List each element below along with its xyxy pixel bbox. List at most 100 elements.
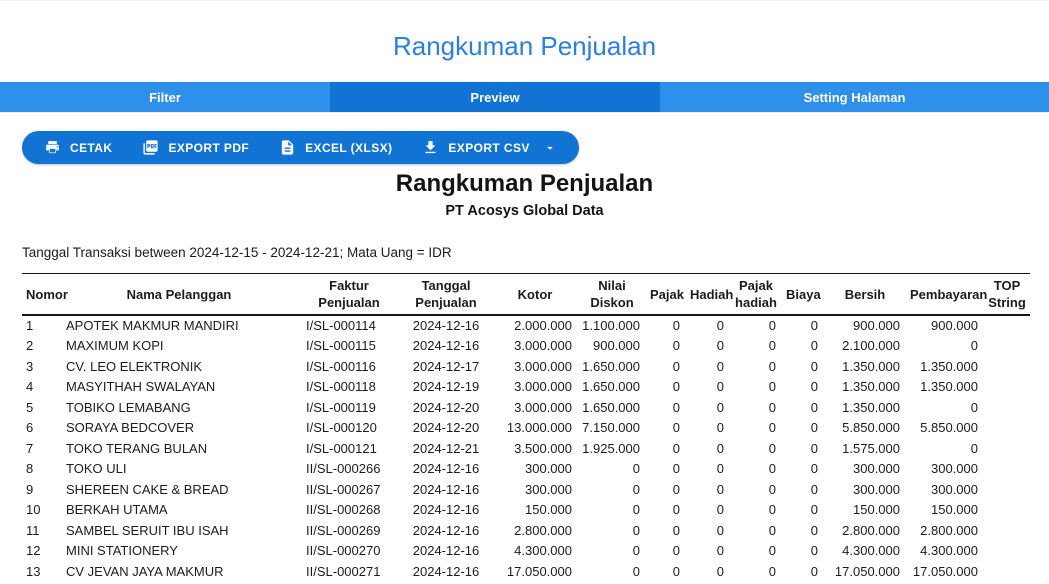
table-cell: 900.000: [906, 315, 984, 336]
table-cell: [984, 500, 1030, 521]
tab-preview[interactable]: Preview: [330, 82, 660, 112]
table-cell: 0: [730, 479, 782, 500]
table-cell: SAMBEL SERUIT IBU ISAH: [60, 520, 298, 541]
table-cell: 0: [646, 418, 686, 439]
table-cell: 0: [782, 315, 824, 336]
table-cell: 3.000.000: [492, 377, 578, 398]
print-button[interactable]: CETAK: [44, 139, 112, 156]
printer-icon: [44, 139, 61, 156]
tab-bar: Filter Preview Setting Halaman: [0, 82, 1049, 113]
column-header: TOP String: [984, 274, 1030, 316]
table-cell: CV. LEO ELEKTRONIK: [60, 356, 298, 377]
table-cell: [984, 336, 1030, 357]
column-header: Tanggal Penjualan: [400, 274, 492, 316]
column-header: Nomor: [22, 274, 60, 316]
table-row: 8TOKO ULIII/SL-0002662024-12-16300.00000…: [22, 459, 1030, 480]
table-cell: 0: [730, 500, 782, 521]
table-cell: 300.000: [906, 479, 984, 500]
table-cell: 1.350.000: [906, 377, 984, 398]
pdf-icon: [142, 139, 159, 156]
table-cell: 0: [646, 356, 686, 377]
table-cell: 2024-12-21: [400, 438, 492, 459]
table-row: 6SORAYA BEDCOVERI/SL-0001202024-12-2013.…: [22, 418, 1030, 439]
table-cell: TOBIKO LEMABANG: [60, 397, 298, 418]
table-body: 1APOTEK MAKMUR MANDIRII/SL-0001142024-12…: [22, 315, 1030, 582]
table-cell: II/SL-000266: [298, 459, 400, 480]
table-cell: 0: [782, 377, 824, 398]
chevron-down-icon[interactable]: [543, 141, 557, 155]
table-cell: 0: [646, 377, 686, 398]
table-cell: 0: [730, 561, 782, 582]
table-cell: 9: [22, 479, 60, 500]
table-cell: 0: [730, 438, 782, 459]
table-cell: 0: [782, 500, 824, 521]
table-cell: [984, 356, 1030, 377]
table-cell: 0: [686, 459, 730, 480]
table-cell: 0: [578, 561, 646, 582]
table-cell: II/SL-000268: [298, 500, 400, 521]
table-cell: 0: [646, 541, 686, 562]
table-cell: 1.650.000: [578, 377, 646, 398]
report-table-container: NomorNama PelangganFaktur PenjualanTangg…: [22, 273, 1049, 582]
table-cell: 2024-12-16: [400, 500, 492, 521]
table-cell: 2024-12-16: [400, 479, 492, 500]
download-icon: [422, 139, 439, 156]
table-cell: 0: [782, 397, 824, 418]
report-title: Rangkuman Penjualan: [0, 169, 1049, 199]
table-cell: 2.000.000: [492, 315, 578, 336]
column-header: Bersih: [824, 274, 906, 316]
table-cell: 2024-12-16: [400, 561, 492, 582]
table-cell: 0: [686, 541, 730, 562]
table-cell: BERKAH UTAMA: [60, 500, 298, 521]
table-cell: 300.000: [906, 459, 984, 480]
table-row: 12MINI STATIONERYII/SL-0002702024-12-164…: [22, 541, 1030, 562]
table-cell: 3.000.000: [492, 397, 578, 418]
table-cell: 900.000: [578, 336, 646, 357]
table-row: 11SAMBEL SERUIT IBU ISAHII/SL-0002692024…: [22, 520, 1030, 541]
table-cell: I/SL-000114: [298, 315, 400, 336]
table-cell: 12: [22, 541, 60, 562]
table-cell: 1.350.000: [824, 356, 906, 377]
table-header: NomorNama PelangganFaktur PenjualanTangg…: [22, 274, 1030, 316]
table-cell: 2024-12-17: [400, 356, 492, 377]
table-cell: 0: [686, 500, 730, 521]
table-cell: [984, 479, 1030, 500]
table-cell: 10: [22, 500, 60, 521]
table-cell: 300.000: [824, 479, 906, 500]
table-cell: 0: [782, 438, 824, 459]
tab-filter[interactable]: Filter: [0, 82, 330, 112]
table-cell: 2: [22, 336, 60, 357]
table-cell: 1: [22, 315, 60, 336]
table-cell: 7.150.000: [578, 418, 646, 439]
table-cell: 0: [686, 397, 730, 418]
export-pdf-button[interactable]: EXPORT PDF: [142, 139, 249, 156]
table-cell: I/SL-000115: [298, 336, 400, 357]
table-cell: MINI STATIONERY: [60, 541, 298, 562]
export-xlsx-button[interactable]: EXCEL (XLSX): [279, 139, 392, 156]
table-cell: 17.050.000: [492, 561, 578, 582]
table-cell: I/SL-000121: [298, 438, 400, 459]
table-cell: 0: [782, 561, 824, 582]
table-cell: 0: [730, 418, 782, 439]
table-cell: 0: [578, 520, 646, 541]
table-row: 1APOTEK MAKMUR MANDIRII/SL-0001142024-12…: [22, 315, 1030, 336]
table-cell: TOKO TERANG BULAN: [60, 438, 298, 459]
table-cell: 0: [730, 520, 782, 541]
table-cell: 4.300.000: [492, 541, 578, 562]
table-cell: 1.350.000: [824, 397, 906, 418]
table-cell: [984, 520, 1030, 541]
tab-setting-halaman[interactable]: Setting Halaman: [660, 82, 1049, 112]
table-cell: TOKO ULI: [60, 459, 298, 480]
table-cell: 5: [22, 397, 60, 418]
table-cell: [984, 561, 1030, 582]
table-cell: I/SL-000118: [298, 377, 400, 398]
table-cell: 0: [686, 520, 730, 541]
export-csv-button[interactable]: EXPORT CSV: [422, 139, 556, 156]
table-cell: 0: [646, 479, 686, 500]
sales-summary-table: NomorNama PelangganFaktur PenjualanTangg…: [22, 273, 1030, 582]
table-row: 13CV JEVAN JAYA MAKMURII/SL-0002712024-1…: [22, 561, 1030, 582]
table-cell: 2024-12-16: [400, 520, 492, 541]
table-cell: 2024-12-16: [400, 541, 492, 562]
tab-preview-label: Preview: [470, 90, 519, 105]
table-cell: I/SL-000116: [298, 356, 400, 377]
